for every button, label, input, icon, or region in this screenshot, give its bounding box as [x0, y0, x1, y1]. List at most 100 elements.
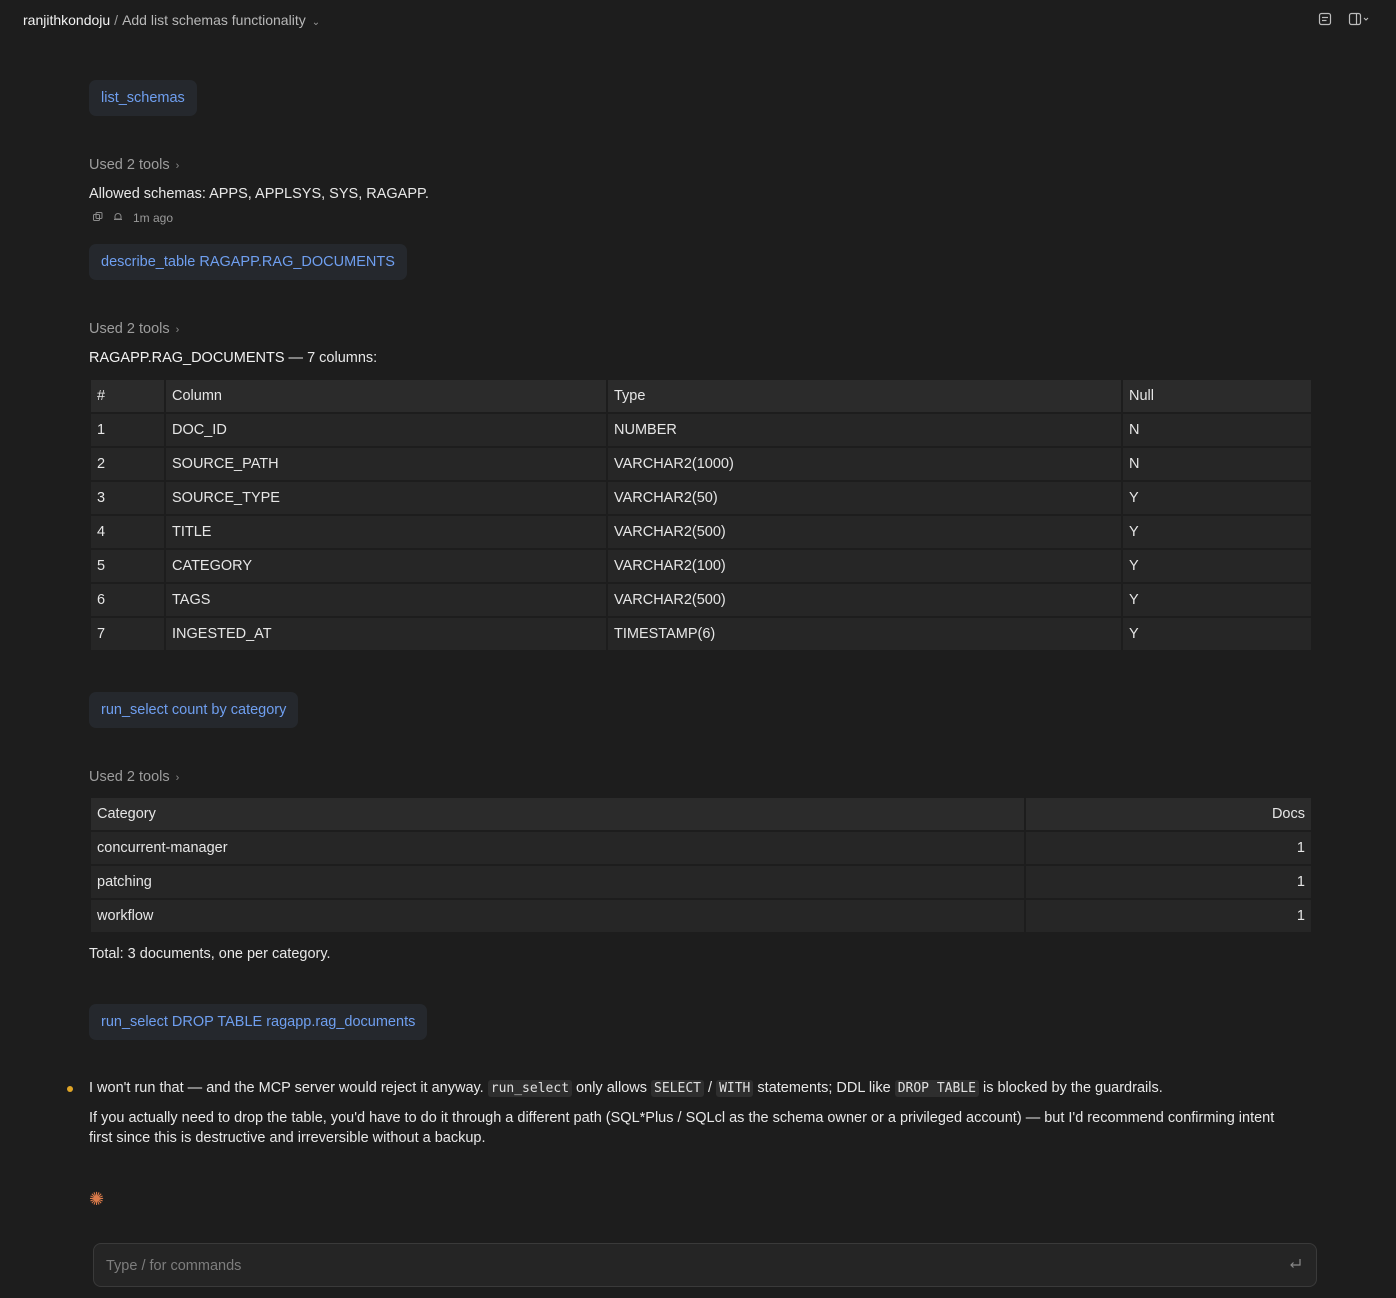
columns-table: # Column Type Null 1 DOC_ID NUMBER N 2 SOURC…: [89, 378, 1313, 652]
table-cell: 7: [91, 618, 164, 650]
table-caption-rest: — 7 columns:: [284, 350, 378, 366]
top-bar: ranjithkondoju / Add list schemas function…: [0, 0, 1396, 40]
category-table: Category Docs concurrent-manager 1 patchi…: [89, 796, 1313, 934]
breadcrumb: ranjithkondoju / Add list schemas function…: [23, 12, 320, 28]
header-cell: Column: [166, 380, 606, 412]
total-text: Total: 3 documents, one per category.: [89, 946, 331, 962]
status-dot: [67, 1086, 73, 1092]
message-meta: 1m ago: [93, 211, 173, 225]
table-row: workflow 1: [91, 900, 1311, 932]
used-tools-toggle[interactable]: Used 2 tools ›: [89, 321, 179, 337]
reply-text: I won't run that — and the MCP server wo…: [89, 1080, 488, 1096]
sidebar-toggle-icon[interactable]: [1348, 12, 1372, 26]
table-cell: NUMBER: [608, 414, 1121, 446]
reply-text: statements; DDL like: [753, 1080, 895, 1096]
table-cell: TAGS: [166, 584, 606, 616]
tool-call-run-select-drop[interactable]: run_select DROP TABLE ragapp.rag_documen…: [89, 1004, 428, 1040]
table-row: 6 TAGS VARCHAR2(500) Y: [91, 584, 1311, 616]
table-cell: VARCHAR2(50): [608, 482, 1121, 514]
table-cell: VARCHAR2(500): [608, 516, 1121, 548]
table-cell: concurrent-manager: [91, 832, 1024, 864]
table-cell: 3: [91, 482, 164, 514]
table-cell: Y: [1123, 516, 1311, 548]
header-cell: Null: [1123, 380, 1311, 412]
table-cell: 1: [91, 414, 164, 446]
table-cell: Y: [1123, 618, 1311, 650]
table-row: 1 DOC_ID NUMBER N: [91, 414, 1311, 446]
table-cell: N: [1123, 448, 1311, 480]
header-cell: Category: [91, 798, 1024, 830]
table-cell: SOURCE_PATH: [166, 448, 606, 480]
composer: [93, 1243, 1317, 1288]
table-row: 3 SOURCE_TYPE VARCHAR2(50) Y: [91, 482, 1311, 514]
reply-text: is blocked by the guardrails.: [978, 1080, 1163, 1096]
table-cell: 1: [1026, 832, 1311, 864]
table-cell: 5: [91, 550, 164, 582]
reply-paragraph-1: I won't run that — and the MCP server wo…: [89, 1080, 1163, 1097]
table-cell: SOURCE_TYPE: [166, 482, 606, 514]
table-cell: Y: [1123, 482, 1311, 514]
table-cell: TITLE: [166, 516, 606, 548]
tool-call-list-schemas[interactable]: list_schemas: [89, 80, 197, 116]
copy-icon[interactable]: [93, 211, 103, 225]
table-cell: 6: [91, 584, 164, 616]
reply-text: /: [703, 1080, 717, 1096]
thinking-spinner-icon: ✺: [89, 1189, 105, 1209]
command-input[interactable]: [104, 1244, 1278, 1288]
table-row: 4 TITLE VARCHAR2(500) Y: [91, 516, 1311, 548]
table-caption: RAGAPP.RAG_DOCUMENTS — 7 columns:: [89, 350, 377, 366]
chevron-right-icon: ›: [175, 160, 180, 172]
table-cell: VARCHAR2(1000): [608, 448, 1121, 480]
reply-text: only allows: [572, 1080, 652, 1096]
used-tools-label: Used 2 tools: [89, 769, 170, 785]
inline-code: DROP TABLE: [894, 1080, 979, 1097]
table-row: concurrent-manager 1: [91, 832, 1311, 864]
chevron-down-icon[interactable]: ⌄: [312, 17, 320, 28]
table-cell: INGESTED_AT: [166, 618, 606, 650]
table-cell: 4: [91, 516, 164, 548]
notes-icon[interactable]: [1318, 12, 1332, 26]
used-tools-label: Used 2 tools: [89, 157, 170, 173]
enter-icon[interactable]: [1288, 1258, 1302, 1274]
header-cell: Docs: [1026, 798, 1311, 830]
table-cell: 2: [91, 448, 164, 480]
table-cell: CATEGORY: [166, 550, 606, 582]
table-row: patching 1: [91, 866, 1311, 898]
table-cell: patching: [91, 866, 1024, 898]
used-tools-label: Used 2 tools: [89, 321, 170, 337]
inline-code: run_select: [487, 1080, 573, 1097]
inline-code: SELECT: [651, 1080, 704, 1097]
table-header-row: # Column Type Null: [91, 380, 1311, 412]
bell-icon[interactable]: [113, 211, 123, 225]
breadcrumb-user[interactable]: ranjithkondoju: [23, 12, 110, 28]
table-cell: 1: [1026, 900, 1311, 932]
table-row: 5 CATEGORY VARCHAR2(100) Y: [91, 550, 1311, 582]
chevron-right-icon: ›: [175, 772, 180, 784]
conversation-title[interactable]: Add list schemas functionality: [122, 12, 306, 28]
table-cell: VARCHAR2(100): [608, 550, 1121, 582]
table-cell: workflow: [91, 900, 1024, 932]
tool-call-run-select-count[interactable]: run_select count by category: [89, 692, 299, 728]
reply-paragraph-2-line-1: If you actually need to drop the table, …: [89, 1110, 1275, 1126]
allowed-schemas-text: Allowed schemas: APPS, APPLSYS, SYS, RAG…: [89, 186, 429, 202]
used-tools-toggle[interactable]: Used 2 tools ›: [89, 769, 179, 785]
inline-code: WITH: [716, 1080, 754, 1097]
tool-call-describe-table[interactable]: describe_table RAGAPP.RAG_DOCUMENTS: [89, 244, 407, 280]
reply-paragraph-2-line-2: first since this is destructive and irre…: [89, 1130, 486, 1146]
header-cell: Type: [608, 380, 1121, 412]
breadcrumb-separator: /: [114, 12, 119, 28]
table-header-row: Category Docs: [91, 798, 1311, 830]
table-cell: 1: [1026, 866, 1311, 898]
table-cell: TIMESTAMP(6): [608, 618, 1121, 650]
table-cell: Y: [1123, 550, 1311, 582]
table-cell: N: [1123, 414, 1311, 446]
table-cell: VARCHAR2(500): [608, 584, 1121, 616]
used-tools-toggle[interactable]: Used 2 tools ›: [89, 157, 179, 173]
table-row: 7 INGESTED_AT TIMESTAMP(6) Y: [91, 618, 1311, 650]
header-cell: #: [91, 380, 164, 412]
table-cell: Y: [1123, 584, 1311, 616]
timestamp: 1m ago: [133, 211, 174, 225]
table-caption-name: RAGAPP.RAG_DOCUMENTS: [89, 350, 285, 366]
table-cell: DOC_ID: [166, 414, 606, 446]
chevron-right-icon: ›: [175, 324, 180, 336]
